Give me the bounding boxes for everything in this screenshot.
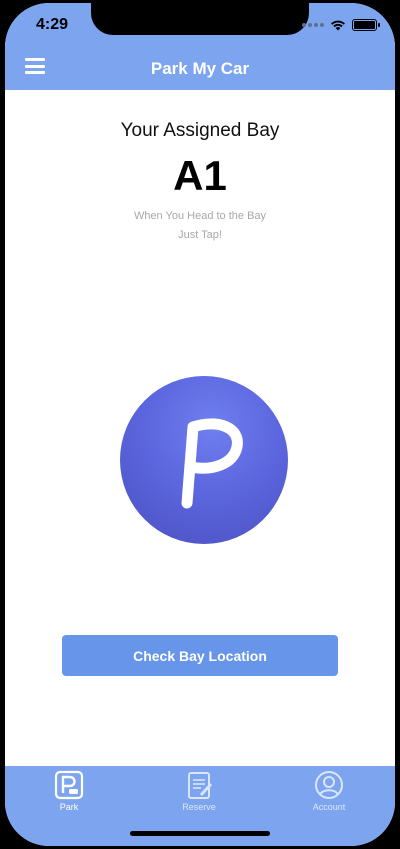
nav-title: Park My Car: [150, 59, 250, 78]
wifi-icon: [331, 20, 345, 31]
assigned-bay-heading: Your Assigned Bay: [120, 120, 280, 141]
parking-icon: [54, 770, 84, 800]
tab-reserve[interactable]: Reserve: [159, 770, 239, 812]
hint-text-line2: Just Tap!: [178, 229, 222, 241]
signal-icon: [302, 23, 324, 27]
battery-icon: [352, 19, 380, 31]
tab-reserve-label: Reserve: [182, 802, 216, 812]
tab-park-label: Park: [59, 802, 79, 812]
bay-code: A1: [173, 152, 227, 199]
top-bar: 4:29 Park My Car: [5, 3, 395, 90]
tab-account[interactable]: Account: [289, 770, 369, 812]
tab-park[interactable]: Park: [29, 770, 109, 812]
hint-text-line1: When You Head to the Bay: [133, 210, 267, 222]
check-bay-location-button[interactable]: Check Bay Location: [62, 635, 338, 676]
clipboard-icon: [188, 772, 212, 799]
device-notch: [91, 3, 309, 35]
tab-bar: Park Reserve Account: [5, 766, 395, 846]
phone-screen: 4:29 Park My Car Your Assigned Bay A1 Wh…: [5, 3, 395, 846]
tab-account-label: Account: [312, 802, 346, 812]
main-content: Your Assigned Bay A1 When You Head to th…: [5, 90, 395, 766]
home-indicator: [130, 831, 270, 836]
status-time: 4:29: [36, 16, 69, 33]
status-icons: [302, 18, 380, 32]
parking-p-icon: [181, 418, 243, 509]
park-button[interactable]: [120, 376, 288, 544]
user-icon: [315, 771, 343, 799]
